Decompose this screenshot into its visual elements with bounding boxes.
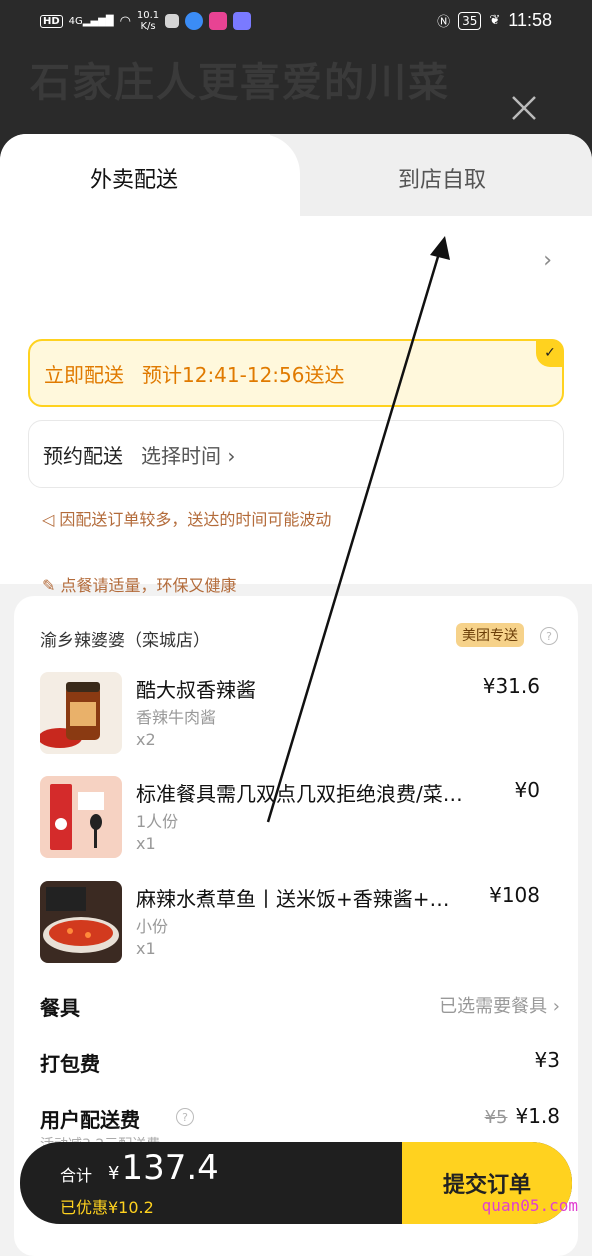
item-quantity: x1: [136, 939, 156, 958]
packing-fee-label: 打包费: [40, 1052, 100, 1076]
item-price: ¥31.6: [482, 674, 540, 698]
order-item: 标准餐具需几双点几双拒绝浪费/菜品… 1人份 x1 ¥0: [40, 776, 560, 858]
item-image: [40, 776, 122, 858]
tab-delivery[interactable]: 外卖配送: [90, 162, 178, 194]
delivery-now-label: 立即配送: [44, 362, 124, 387]
shop-name: 渝乡辣婆婆（栾城店）: [40, 631, 210, 651]
status-bar: HD 4G▂▄▆█ ◠ 10.1 K/s Ⓝ 35 ❦ 11:58: [0, 0, 592, 44]
delivery-fee-original: ¥5: [484, 1107, 508, 1128]
delivery-now-option[interactable]: 立即配送 预计12:41-12:56送达 ✓: [28, 339, 564, 407]
leaf-notice-icon: ✎: [42, 576, 56, 595]
app-icon-1: [165, 14, 180, 28]
tableware-label: 餐具: [40, 996, 80, 1020]
item-price: ¥0: [514, 778, 540, 802]
item-name: 麻辣水煮草鱼丨送米饭+香辣酱+…: [136, 887, 450, 911]
item-quantity: x1: [136, 834, 156, 853]
network-speed: 10.1 K/s: [136, 10, 160, 32]
delivery-service-badge: 美团专送: [456, 623, 524, 647]
item-spec: 香辣牛肉酱: [136, 708, 217, 727]
background-title: 石家庄人更喜爱的川菜: [30, 60, 450, 106]
help-icon[interactable]: ?: [540, 627, 558, 645]
select-time-link[interactable]: 选择时间 ›: [141, 440, 235, 469]
item-image: [40, 881, 122, 963]
delivery-fee-help-icon[interactable]: ?: [176, 1108, 194, 1126]
item-spec: 小份: [136, 917, 169, 936]
clock: 11:58: [508, 10, 552, 30]
delivery-fee-value: ¥1.8: [515, 1104, 560, 1128]
delivery-fee-label: 用户配送费: [40, 1108, 140, 1132]
delivery-fee-row: 用户配送费 ? ¥5 ¥1.8: [40, 1104, 560, 1133]
tableware-row[interactable]: 餐具 已选需要餐具 ›: [40, 992, 560, 1021]
item-image: [40, 672, 122, 754]
discount-amount: 已优惠¥10.2: [60, 1198, 154, 1217]
wifi-icon: ◠: [119, 13, 131, 29]
packing-fee-value: ¥3: [534, 1048, 560, 1072]
scheduled-delivery-label: 预约配送: [43, 443, 123, 468]
item-name: 酷大叔香辣酱: [136, 678, 256, 702]
item-spec: 1人份: [136, 812, 179, 831]
close-icon[interactable]: [510, 94, 538, 122]
delivery-notice: ◁ 因配送订单较多，送达的时间可能波动: [42, 510, 332, 529]
address-chevron-icon[interactable]: ›: [543, 248, 552, 273]
item-quantity: x2: [136, 730, 156, 749]
item-price: ¥108: [489, 883, 540, 907]
item-name: 标准餐具需几双点几双拒绝浪费/菜品…: [136, 782, 476, 806]
delivery-eta: 预计12:41-12:56送达: [142, 362, 345, 387]
check-icon: ✓: [536, 339, 564, 367]
app-icon-3: [209, 12, 228, 30]
app-icon-2: [185, 12, 204, 30]
order-item: 酷大叔香辣酱 香辣牛肉酱 x2 ¥31.6: [40, 672, 560, 754]
watermark: quan05.com: [481, 1196, 578, 1215]
nfc-icon: Ⓝ: [437, 15, 451, 30]
packing-fee-row: 打包费 ¥3: [40, 1048, 560, 1077]
eco-notice: ✎ 点餐请适量，环保又健康: [42, 576, 237, 595]
total-amount: ¥137.4: [108, 1148, 219, 1188]
battery-icon: 35: [458, 11, 482, 30]
scheduled-delivery-option[interactable]: 预约配送 选择时间 ›: [28, 420, 564, 488]
tab-pickup[interactable]: 到店自取: [398, 162, 486, 194]
total-label: 合计: [60, 1166, 93, 1185]
tableware-value: 已选需要餐具 ›: [439, 996, 560, 1017]
signal-icon: 4G▂▄▆█: [68, 15, 114, 27]
leaf-icon: ❦: [489, 13, 501, 28]
hd-indicator: HD: [40, 14, 63, 28]
app-icon-4: [233, 12, 252, 30]
speaker-icon: ◁: [42, 510, 55, 529]
order-item: 麻辣水煮草鱼丨送米饭+香辣酱+… 小份 x1 ¥108: [40, 881, 560, 963]
